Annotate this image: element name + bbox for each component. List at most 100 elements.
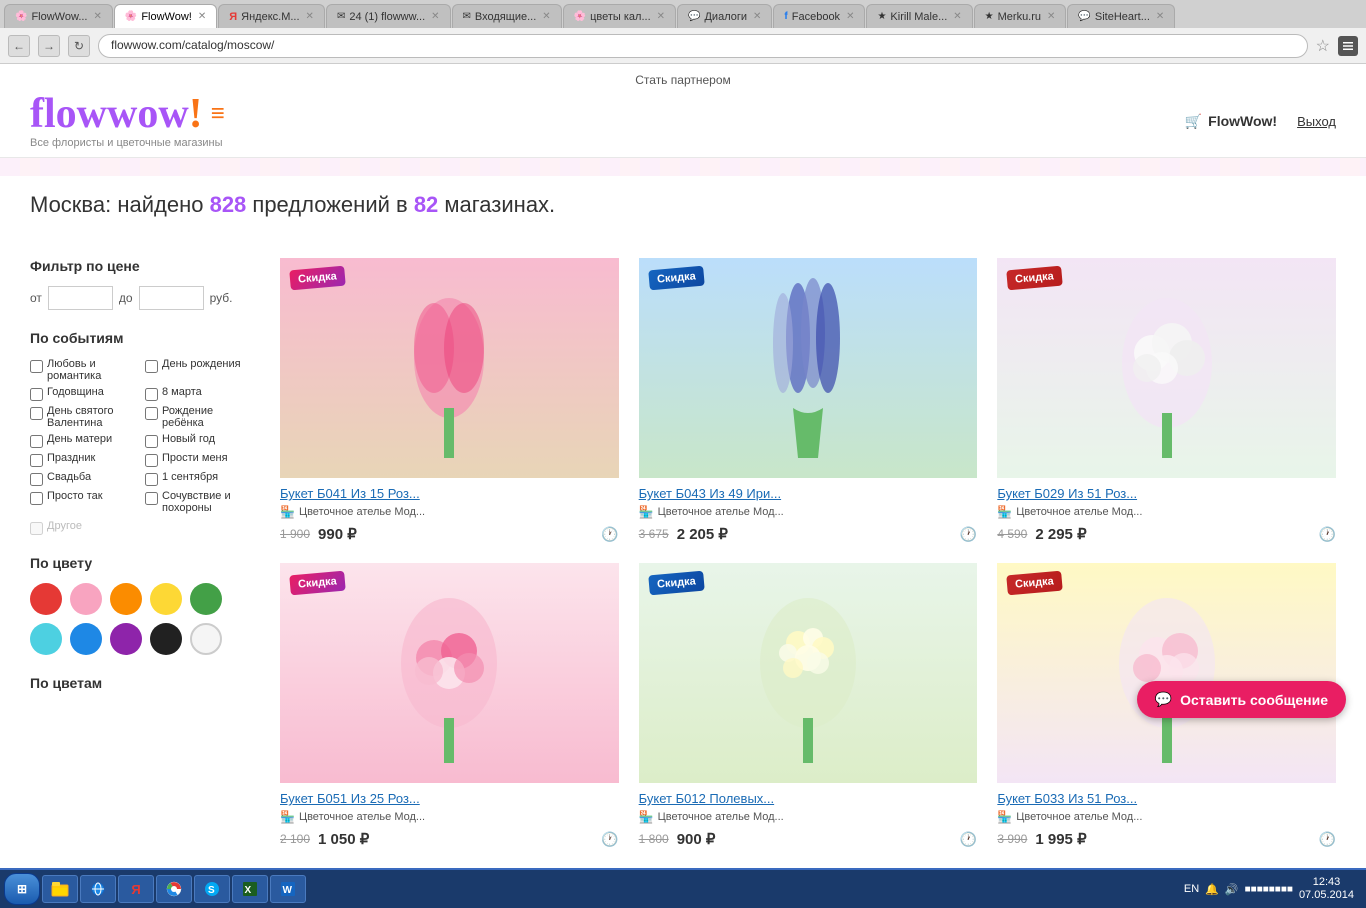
tab-kirill[interactable]: ★Kirill Male...✕ <box>866 4 972 28</box>
event-wedding[interactable]: Свадьба <box>30 471 135 486</box>
old-price-5: 1 800 <box>639 832 669 846</box>
settings-icon[interactable] <box>1338 36 1358 56</box>
partner-bar: Стать партнером <box>30 72 1336 87</box>
price-filter-section: Фильтр по цене от до руб. <box>30 258 250 310</box>
taskbar: ⊞ Я S X W EN 🔔 🔊 ■■■■■■■■ 12:43 07.05.20… <box>0 868 1366 908</box>
price-row-3: 4 590 2 295 ₽ 🕐 <box>997 525 1336 543</box>
event-newborn[interactable]: Рождение ребёнка <box>145 405 250 429</box>
tab-flowwow-1[interactable]: 🌸FlowWow...✕ <box>4 4 113 28</box>
tab-dialogs[interactable]: 💬Диалоги✕ <box>677 4 772 28</box>
color-white[interactable] <box>190 623 222 655</box>
color-orange[interactable] <box>110 583 142 615</box>
color-black[interactable] <box>150 623 182 655</box>
tab-facebook[interactable]: fFacebook✕ <box>773 4 865 28</box>
event-birthday[interactable]: День рождения <box>145 358 250 382</box>
event-other[interactable]: Другое <box>30 520 250 535</box>
product-title-1[interactable]: Букет Б041 Из 15 Роз... <box>280 486 619 501</box>
taskbar-app-word[interactable]: W <box>270 875 306 903</box>
bookmark-star[interactable]: ☆ <box>1316 36 1330 56</box>
product-card-2[interactable]: Скидка Букет Б04 <box>639 258 978 543</box>
svg-text:W: W <box>283 885 293 896</box>
windows-logo: ⊞ <box>17 882 27 896</box>
color-yellow[interactable] <box>150 583 182 615</box>
product-title-2[interactable]: Букет Б043 Из 49 Ири... <box>639 486 978 501</box>
price-row-2: 3 675 2 205 ₽ 🕐 <box>639 525 978 543</box>
flower-img-2 <box>639 258 978 478</box>
clock-icon-2: 🕐 <box>960 526 977 543</box>
product-title-3[interactable]: Букет Б029 Из 51 Роз... <box>997 486 1336 501</box>
color-red[interactable] <box>30 583 62 615</box>
tab-merku[interactable]: ★Merku.ru✕ <box>974 4 1067 28</box>
color-purple[interactable] <box>110 623 142 655</box>
product-title-6[interactable]: Букет Б033 Из 51 Роз... <box>997 791 1336 806</box>
color-cyan[interactable] <box>30 623 62 655</box>
tab-flowwow-2[interactable]: 🌸FlowWow!✕ <box>114 4 217 28</box>
tab-24flowwow[interactable]: ✉24 (1) flowww...✕ <box>326 4 451 28</box>
taskbar-app-skype[interactable]: S <box>194 875 230 903</box>
tab-yandex[interactable]: ЯЯндекс.М...✕ <box>218 4 325 28</box>
nav-flowwow-link[interactable]: 🛒 FlowWow! <box>1185 113 1277 130</box>
taskbar-app-ie[interactable] <box>80 875 116 903</box>
product-card-3[interactable]: Скидка <box>997 258 1336 543</box>
event-sorry[interactable]: Прости меня <box>145 452 250 467</box>
product-card-1[interactable]: Скидка Букет Б041 Из 15 Роз... <box>280 258 619 543</box>
tab-siteheart[interactable]: 💬SiteHeart...✕ <box>1067 4 1175 28</box>
product-card-4[interactable]: Скидка <box>280 563 619 848</box>
svg-text:X: X <box>245 885 252 896</box>
product-title-4[interactable]: Букет Б051 Из 25 Роз... <box>280 791 619 806</box>
shop-name-6: 🏪 Цветочное ателье Мод... <box>997 810 1336 824</box>
taskbar-app-explorer[interactable] <box>42 875 78 903</box>
event-mothersday[interactable]: День матери <box>30 433 135 448</box>
taskbar-app-chrome[interactable] <box>156 875 192 903</box>
event-justso[interactable]: Просто так <box>30 490 135 514</box>
event-march8[interactable]: 8 марта <box>145 386 250 401</box>
price-from-input[interactable] <box>48 286 113 310</box>
event-sep1[interactable]: 1 сентября <box>145 471 250 486</box>
logo-icon: ≡ <box>211 100 225 128</box>
rub-label: руб. <box>210 291 233 305</box>
clock-icon-5: 🕐 <box>960 831 977 848</box>
back-button[interactable]: ← <box>8 35 30 57</box>
tray-icons: ■■■■■■■■ <box>1245 884 1293 895</box>
event-anniversary[interactable]: Годовщина <box>30 386 135 401</box>
color-pink[interactable] <box>70 583 102 615</box>
message-button[interactable]: 💬 Оставить сообщение <box>1137 681 1346 718</box>
header-main: flowwow! ≡ Все флористы и цветочные мага… <box>30 93 1336 149</box>
color-blue[interactable] <box>70 623 102 655</box>
clock-icon-3: 🕐 <box>1319 526 1336 543</box>
locale-indicator: EN <box>1184 883 1199 895</box>
url-input[interactable]: flowwow.com/catalog/moscow/ <box>98 34 1308 58</box>
site-header: Стать партнером flowwow! ≡ Все флористы … <box>0 64 1366 158</box>
tab-flowers[interactable]: 🌸цветы кал...✕ <box>563 4 676 28</box>
product-title-5[interactable]: Букет Б012 Полевых... <box>639 791 978 806</box>
price-to-input[interactable] <box>139 286 204 310</box>
event-love[interactable]: Любовь и романтика <box>30 358 135 382</box>
logout-link[interactable]: Выход <box>1297 114 1336 129</box>
shop-icon-2: 🏪 <box>639 505 654 519</box>
price-row-6: 3 990 1 995 ₽ 🕐 <box>997 830 1336 848</box>
color-green[interactable] <box>190 583 222 615</box>
heading-area: Москва: найдено 828 предложений в 82 маг… <box>0 176 1366 218</box>
tab-bar: 🌸FlowWow...✕ 🌸FlowWow!✕ ЯЯндекс.М...✕ ✉2… <box>0 0 1366 28</box>
new-price-6: 1 995 ₽ <box>1035 830 1086 848</box>
event-holiday[interactable]: Праздник <box>30 452 135 467</box>
start-button[interactable]: ⊞ <box>4 873 40 905</box>
event-valentine[interactable]: День святого Валентина <box>30 405 135 429</box>
price-row-4: 2 100 1 050 ₽ 🕐 <box>280 830 619 848</box>
svg-text:S: S <box>208 885 215 896</box>
old-price-4: 2 100 <box>280 832 310 846</box>
partner-link[interactable]: Стать партнером <box>635 73 731 87</box>
page-content: Стать партнером flowwow! ≡ Все флористы … <box>0 64 1366 868</box>
taskbar-app-excel[interactable]: X <box>232 875 268 903</box>
event-funeral[interactable]: Сочувствие и похороны <box>145 490 250 514</box>
product-card-5[interactable]: Скидка <box>639 563 978 848</box>
taskbar-system-tray: EN 🔔 🔊 ■■■■■■■■ 12:43 07.05.2014 <box>1176 870 1362 908</box>
refresh-button[interactable]: ↻ <box>68 35 90 57</box>
events-filter-title: По событиям <box>30 330 250 346</box>
price-filter-title: Фильтр по цене <box>30 258 250 274</box>
tab-inbox[interactable]: ✉Входящие...✕ <box>452 4 562 28</box>
color-dots <box>30 583 250 655</box>
event-newyear[interactable]: Новый год <box>145 433 250 448</box>
taskbar-app-yandex[interactable]: Я <box>118 875 154 903</box>
forward-button[interactable]: → <box>38 35 60 57</box>
